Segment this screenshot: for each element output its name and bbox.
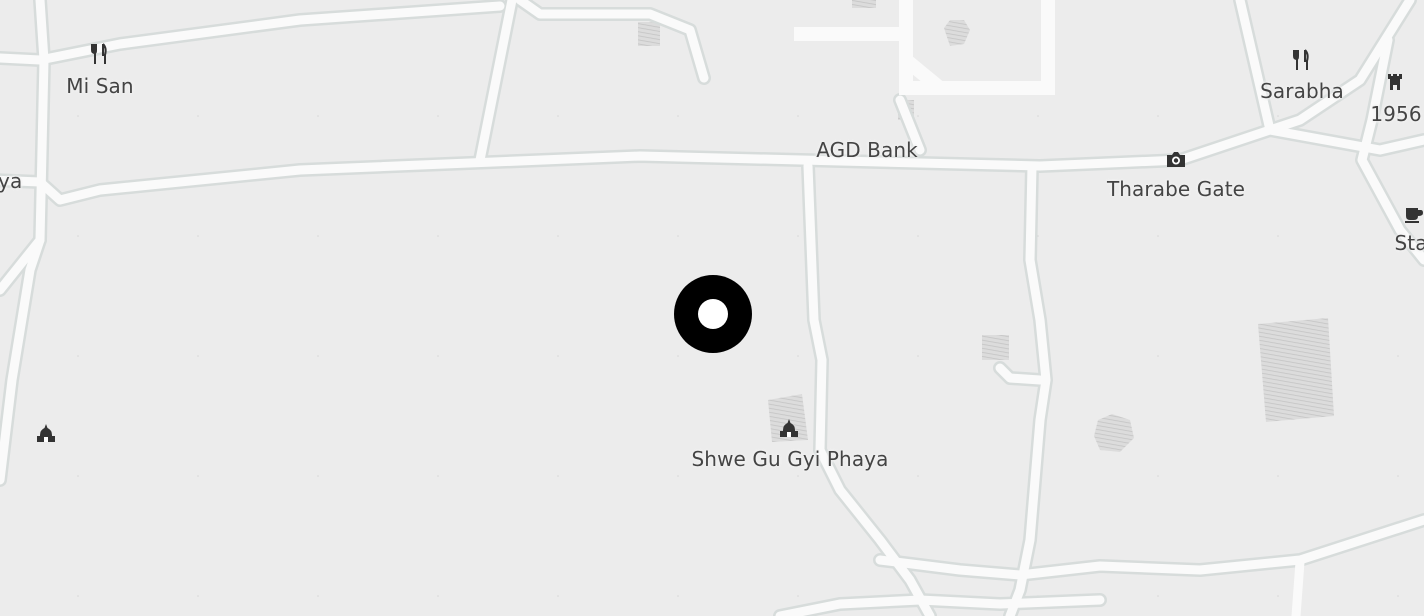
poi-label-shwe-gu-gyi-phaya[interactable]: Shwe Gu Gyi Phaya: [692, 447, 889, 471]
temple-icon[interactable]: [777, 417, 801, 441]
poi-label-phaya-partial[interactable]: aya: [0, 169, 22, 193]
restaurant-icon[interactable]: [88, 42, 112, 66]
poi-label-agd-bank[interactable]: AGD Bank: [816, 138, 918, 162]
poi-label-mi-san[interactable]: Mi San: [66, 74, 133, 98]
temple-icon[interactable]: [34, 422, 58, 446]
location-marker[interactable]: [674, 275, 752, 353]
cafe-icon[interactable]: [1402, 202, 1424, 226]
restaurant-icon[interactable]: [1290, 48, 1314, 72]
monument-icon[interactable]: [1383, 70, 1407, 94]
location-marker-center: [698, 299, 728, 329]
poi-label-tharabe-gate[interactable]: Tharabe Gate: [1107, 177, 1245, 201]
camera-icon[interactable]: [1164, 148, 1188, 172]
poi-label-sta-partial[interactable]: Sta: [1394, 231, 1424, 255]
poi-label-1956[interactable]: 1956: [1370, 102, 1421, 126]
poi-label-sarabha[interactable]: Sarabha: [1260, 79, 1344, 103]
